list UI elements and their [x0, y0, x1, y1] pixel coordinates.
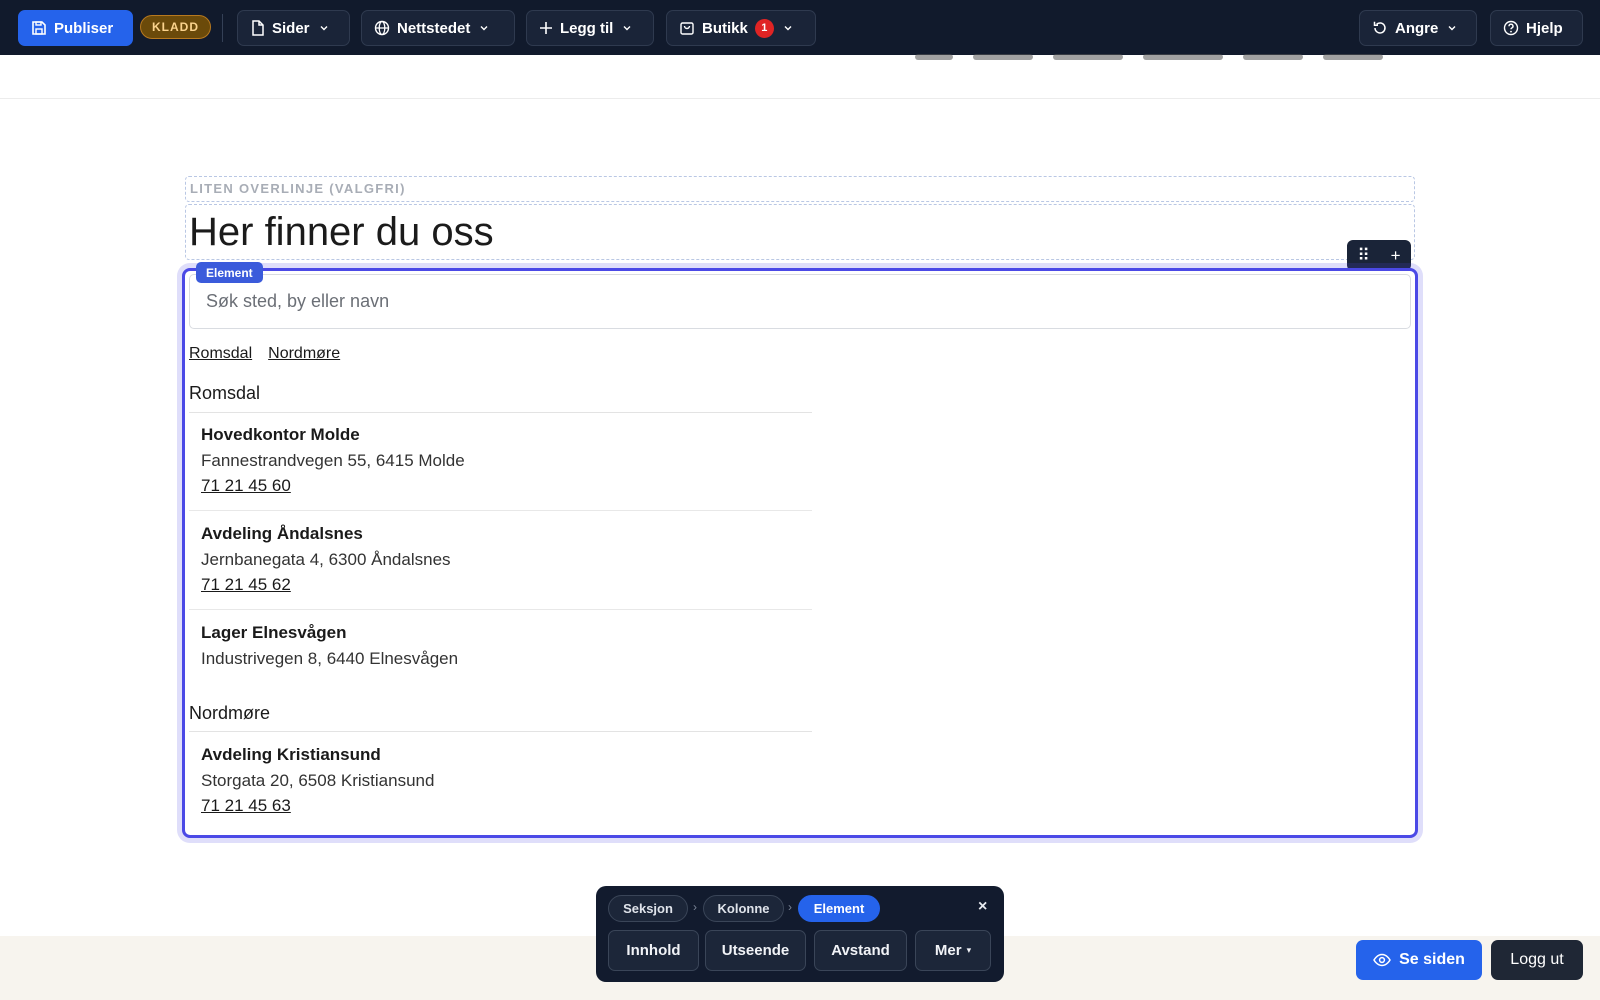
help-icon: [1503, 20, 1519, 36]
more-menu-button[interactable]: Mer ▾: [915, 930, 991, 971]
add-label: Legg til: [560, 19, 614, 37]
location-address: Fannestrandvegen 55, 6415 Molde: [201, 451, 465, 470]
tab-content[interactable]: Innhold: [608, 930, 699, 971]
list-item: Lager Elnesvågen Industrivegen 8, 6440 E…: [189, 621, 812, 672]
list-item: Avdeling Åndalsnes Jernbanegata 4, 6300 …: [189, 522, 812, 597]
region-divider: [189, 731, 812, 732]
location-name: Avdeling Kristiansund: [201, 745, 381, 764]
location-search-input[interactable]: [189, 274, 1411, 329]
selection-panel: Seksjon › Kolonne › Element × Innhold Ut…: [596, 886, 1004, 982]
chevron-down-icon: [320, 26, 328, 31]
tab-spacing[interactable]: Avstand: [814, 930, 907, 971]
close-icon[interactable]: ×: [978, 898, 987, 916]
region-title: Romsdal: [189, 383, 261, 403]
drag-handle-icon[interactable]: ⠿: [1357, 246, 1369, 266]
save-icon: [32, 21, 46, 35]
more-label: Mer: [934, 942, 962, 959]
view-page-button[interactable]: Se siden: [1356, 940, 1482, 980]
location-address: Jernbanegata 4, 6300 Åndalsnes: [201, 550, 451, 569]
view-page-label: Se siden: [1399, 951, 1465, 968]
region-title: Nordmøre: [189, 703, 271, 723]
site-nav-obscured: [915, 47, 1405, 61]
tab-appearance[interactable]: Utseende: [705, 930, 806, 971]
list-divider: [189, 609, 812, 610]
pages-label: Sider: [272, 19, 310, 37]
list-item: Avdeling Kristiansund Storgata 20, 6508 …: [189, 743, 812, 818]
logout-button[interactable]: Logg ut: [1491, 940, 1583, 980]
chevron-down-icon: [1448, 26, 1456, 31]
add-element-icon[interactable]: +: [1391, 246, 1401, 266]
filter-link-nordmore[interactable]: Nordmøre: [268, 345, 340, 363]
pages-menu-button[interactable]: Sider: [237, 10, 350, 46]
breadcrumb-element[interactable]: Element: [798, 895, 880, 922]
location-name: Lager Elnesvågen: [201, 623, 347, 642]
location-name: Avdeling Åndalsnes: [201, 524, 363, 543]
draft-badge: KLADD: [140, 15, 211, 39]
bag-icon: [680, 22, 694, 35]
file-icon: [252, 20, 264, 36]
undo-label: Angre: [1395, 19, 1439, 37]
chevron-down-icon: [623, 26, 631, 31]
site-menu-button[interactable]: Nettstedet: [361, 10, 515, 46]
site-header: [0, 54, 1600, 99]
shop-label: Butikk: [702, 19, 748, 37]
location-name: Hovedkontor Molde: [201, 425, 360, 444]
help-button[interactable]: Hjelp: [1490, 10, 1583, 46]
location-phone-link[interactable]: 71 21 45 60: [201, 474, 291, 498]
location-phone-link[interactable]: 71 21 45 63: [201, 794, 291, 818]
location-address: Industrivegen 8, 6440 Elnesvågen: [201, 649, 459, 668]
undo-icon: [1373, 21, 1386, 34]
undo-button[interactable]: Angre: [1359, 10, 1477, 46]
region-divider: [189, 412, 812, 413]
list-item: Hovedkontor Molde Fannestrandvegen 55, 6…: [189, 423, 812, 498]
chevron-down-icon: [480, 26, 488, 31]
chevron-right-icon: ›: [693, 900, 697, 914]
toolbar-divider: [222, 14, 223, 42]
breadcrumb-section[interactable]: Seksjon: [608, 895, 688, 922]
filter-link-romsdal[interactable]: Romsdal: [189, 345, 252, 363]
plus-icon: [540, 22, 552, 34]
overline-text[interactable]: LITEN OVERLINJE (VALGFRI): [185, 176, 1415, 202]
location-address: Storgata 20, 6508 Kristiansund: [201, 771, 435, 790]
shop-count-badge: 1: [754, 18, 774, 38]
list-divider: [189, 510, 812, 511]
chevron-down-icon: [784, 26, 792, 31]
region-filters: Romsdal Nordmøre: [189, 345, 340, 363]
help-label: Hjelp: [1526, 19, 1563, 37]
site-label: Nettstedet: [397, 19, 471, 37]
breadcrumb-column[interactable]: Kolonne: [703, 895, 784, 922]
eye-icon: [1373, 953, 1391, 967]
page-heading: Her finner du oss: [189, 210, 494, 254]
globe-icon: [374, 20, 390, 36]
publish-label: Publiser: [54, 19, 114, 37]
element-tools: ⠿ +: [1347, 240, 1411, 271]
shop-menu-button[interactable]: Butikk 1: [666, 10, 816, 46]
caret-down-icon: ▾: [966, 945, 972, 955]
chevron-right-icon: ›: [788, 900, 792, 914]
element-tag: Element: [196, 262, 263, 283]
publish-button[interactable]: Publiser: [18, 10, 133, 46]
add-menu-button[interactable]: Legg til: [526, 10, 654, 46]
heading-block[interactable]: Her finner du oss: [185, 204, 1415, 260]
location-phone-link[interactable]: 71 21 45 62: [201, 573, 291, 597]
